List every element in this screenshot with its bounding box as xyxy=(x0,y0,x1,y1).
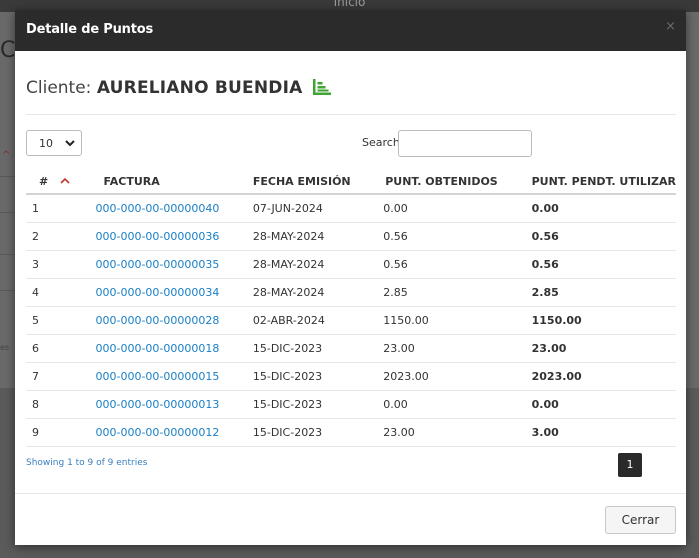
points-earned-cell: 0.00 xyxy=(383,194,532,223)
column-header-number[interactable]: # xyxy=(26,169,96,195)
column-header-fecha[interactable]: FECHA EMISIÓN xyxy=(252,169,384,195)
points-pending-cell: 0.56 xyxy=(531,222,676,251)
table-row: 9 000-000-00-00000012 15-DIC-2023 23.00 3.00 xyxy=(26,418,676,447)
issue-date-cell: 02-ABR-2024 xyxy=(252,306,384,335)
background-divider xyxy=(0,254,15,255)
invoice-cell: 000-000-00-00000035 xyxy=(95,250,253,279)
points-earned-cell: 2023.00 xyxy=(383,362,532,391)
pagination-page-button[interactable]: 1 xyxy=(618,453,642,477)
row-number: 2 xyxy=(26,222,96,251)
background-divider xyxy=(0,176,15,177)
table-row: 5 000-000-00-00000028 02-ABR-2024 1150.00 11… xyxy=(26,306,676,335)
invoice-cell: 000-000-00-00000013 xyxy=(95,390,253,419)
client-row: Cliente: AURELIANO BUENDIA xyxy=(26,78,331,100)
table-header-row: # FACTURA FECHA EMISIÓN PUNT. OBTENIDOS … xyxy=(26,169,676,195)
table-info: Showing 1 to 9 of 9 entries xyxy=(26,458,148,468)
invoice-link[interactable]: 000-000-00-00000015 xyxy=(96,370,220,383)
invoice-cell: 000-000-00-00000018 xyxy=(95,334,253,363)
points-earned-cell: 23.00 xyxy=(383,334,532,363)
table-row: 2 000-000-00-00000036 28-MAY-2024 0.56 0.56 xyxy=(26,222,676,251)
table-row: 6 000-000-00-00000018 15-DIC-2023 23.00 23.0… xyxy=(26,334,676,363)
points-pending-cell: 0.00 xyxy=(531,194,676,223)
row-number: 5 xyxy=(26,306,96,335)
invoice-link[interactable]: 000-000-00-00000012 xyxy=(96,426,220,439)
invoice-cell: 000-000-00-00000040 xyxy=(95,194,253,223)
modal-title: Detalle de Puntos xyxy=(26,22,154,37)
column-header-obtenidos[interactable]: PUNT. OBTENIDOS xyxy=(383,169,532,195)
points-table: # FACTURA FECHA EMISIÓN PUNT. OBTENIDOS … xyxy=(26,169,676,447)
points-earned-cell: 0.56 xyxy=(383,222,532,251)
issue-date-cell: 15-DIC-2023 xyxy=(252,362,384,391)
close-icon[interactable]: × xyxy=(665,20,676,33)
invoice-link[interactable]: 000-000-00-00000018 xyxy=(96,342,220,355)
divider xyxy=(15,493,686,494)
points-earned-cell: 1150.00 xyxy=(383,306,532,335)
points-pending-cell: 0.00 xyxy=(531,390,676,419)
row-number: 4 xyxy=(26,278,96,307)
background-side-text: es xyxy=(0,343,10,352)
close-button[interactable]: Cerrar xyxy=(605,506,676,534)
sort-ascending-icon xyxy=(60,174,70,187)
table-row: 1 000-000-00-00000040 07-JUN-2024 0.00 0.00 xyxy=(26,194,676,223)
invoice-link[interactable]: 000-000-00-00000028 xyxy=(96,314,220,327)
invoice-cell: 000-000-00-00000012 xyxy=(95,418,253,447)
client-label: Cliente: xyxy=(26,78,92,98)
column-header-pendientes[interactable]: PUNT. PENDT. UTILIZAR xyxy=(531,169,676,195)
points-pending-cell: 0.56 xyxy=(531,250,676,279)
page-length-select[interactable]: 10 xyxy=(26,130,82,156)
column-header-factura[interactable]: FACTURA xyxy=(95,169,253,195)
search-input[interactable] xyxy=(398,130,532,157)
issue-date-cell: 07-JUN-2024 xyxy=(252,194,384,223)
row-number: 8 xyxy=(26,390,96,419)
issue-date-cell: 28-MAY-2024 xyxy=(252,278,384,307)
column-header-label: # xyxy=(39,175,49,188)
row-number: 6 xyxy=(26,334,96,363)
row-number: 3 xyxy=(26,250,96,279)
client-name: AURELIANO BUENDIA xyxy=(96,78,303,98)
points-earned-cell: 23.00 xyxy=(383,418,532,447)
page-length-value: 10 xyxy=(39,137,53,150)
issue-date-cell: 15-DIC-2023 xyxy=(252,418,384,447)
points-pending-cell: 1150.00 xyxy=(531,306,676,335)
invoice-link[interactable]: 000-000-00-00000036 xyxy=(96,230,220,243)
issue-date-cell: 15-DIC-2023 xyxy=(252,334,384,363)
background-sort-icon: ^ xyxy=(2,150,11,161)
table-row: 7 000-000-00-00000015 15-DIC-2023 2023.00 20… xyxy=(26,362,676,391)
points-detail-modal: Detalle de Puntos × Cliente: AURELIANO B… xyxy=(15,10,686,545)
table-row: 4 000-000-00-00000034 28-MAY-2024 2.85 2.85 xyxy=(26,278,676,307)
invoice-link[interactable]: 000-000-00-00000013 xyxy=(96,398,220,411)
modal-header: Detalle de Puntos × xyxy=(15,10,686,51)
chevron-down-icon xyxy=(64,136,76,153)
points-pending-cell: 23.00 xyxy=(531,334,676,363)
invoice-link[interactable]: 000-000-00-00000040 xyxy=(96,202,220,215)
invoice-cell: 000-000-00-00000028 xyxy=(95,306,253,335)
invoice-link[interactable]: 000-000-00-00000035 xyxy=(96,258,220,271)
row-number: 1 xyxy=(26,194,96,223)
points-earned-cell: 0.56 xyxy=(383,250,532,279)
points-pending-cell: 2.85 xyxy=(531,278,676,307)
invoice-cell: 000-000-00-00000015 xyxy=(95,362,253,391)
points-earned-cell: 0.00 xyxy=(383,390,532,419)
issue-date-cell: 15-DIC-2023 xyxy=(252,390,384,419)
table-row: 8 000-000-00-00000013 15-DIC-2023 0.00 0.00 xyxy=(26,390,676,419)
row-number: 9 xyxy=(26,418,96,447)
invoice-cell: 000-000-00-00000036 xyxy=(95,222,253,251)
row-number: 7 xyxy=(26,362,96,391)
divider xyxy=(26,114,676,115)
bar-chart-icon xyxy=(312,79,331,100)
issue-date-cell: 28-MAY-2024 xyxy=(252,250,384,279)
points-earned-cell: 2.85 xyxy=(383,278,532,307)
points-pending-cell: 2023.00 xyxy=(531,362,676,391)
background-topbar-label: Inicio xyxy=(333,0,366,9)
issue-date-cell: 28-MAY-2024 xyxy=(252,222,384,251)
invoice-link[interactable]: 000-000-00-00000034 xyxy=(96,286,220,299)
table-row: 3 000-000-00-00000035 28-MAY-2024 0.56 0.56 xyxy=(26,250,676,279)
background-divider xyxy=(0,212,15,213)
points-pending-cell: 3.00 xyxy=(531,418,676,447)
invoice-cell: 000-000-00-00000034 xyxy=(95,278,253,307)
background-divider xyxy=(0,290,15,291)
